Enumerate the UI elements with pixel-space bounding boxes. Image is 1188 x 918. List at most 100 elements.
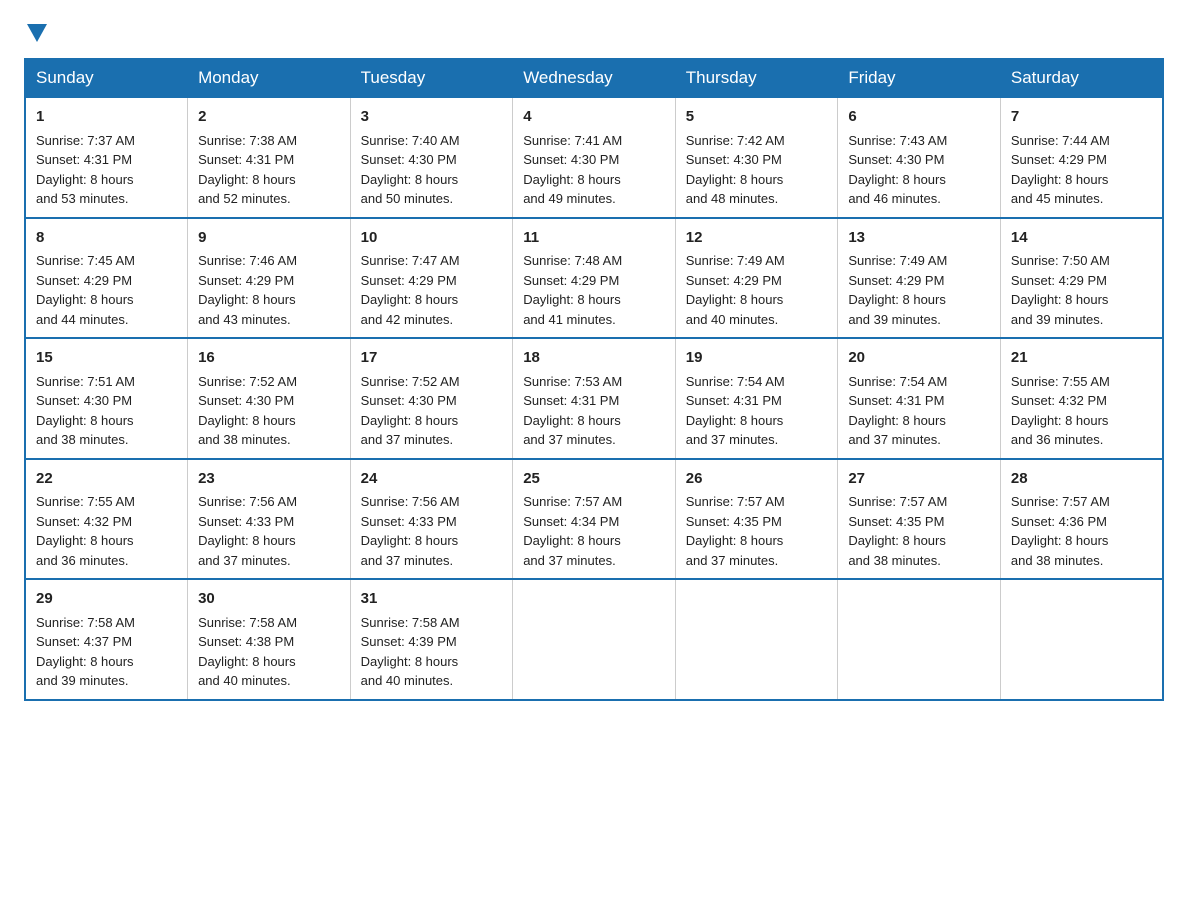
daylight-minutes: and 43 minutes. bbox=[198, 312, 291, 327]
sunrise-text: Sunrise: 7:42 AM bbox=[686, 133, 785, 148]
sunset-text: Sunset: 4:39 PM bbox=[361, 634, 457, 649]
calendar-cell: 20Sunrise: 7:54 AMSunset: 4:31 PMDayligh… bbox=[838, 338, 1001, 459]
sunrise-text: Sunrise: 7:57 AM bbox=[523, 494, 622, 509]
day-number: 2 bbox=[198, 106, 340, 129]
day-number: 23 bbox=[198, 468, 340, 491]
col-header-wednesday: Wednesday bbox=[513, 59, 676, 97]
sunrise-text: Sunrise: 7:58 AM bbox=[198, 615, 297, 630]
sunrise-text: Sunrise: 7:50 AM bbox=[1011, 253, 1110, 268]
daylight-minutes: and 44 minutes. bbox=[36, 312, 129, 327]
sunrise-text: Sunrise: 7:40 AM bbox=[361, 133, 460, 148]
day-number: 16 bbox=[198, 347, 340, 370]
sunrise-text: Sunrise: 7:49 AM bbox=[686, 253, 785, 268]
calendar-cell: 3Sunrise: 7:40 AMSunset: 4:30 PMDaylight… bbox=[350, 97, 513, 218]
sunset-text: Sunset: 4:30 PM bbox=[198, 393, 294, 408]
day-number: 4 bbox=[523, 106, 665, 129]
sunrise-text: Sunrise: 7:43 AM bbox=[848, 133, 947, 148]
daylight-minutes: and 38 minutes. bbox=[36, 432, 129, 447]
sunrise-text: Sunrise: 7:44 AM bbox=[1011, 133, 1110, 148]
col-header-sunday: Sunday bbox=[25, 59, 188, 97]
calendar-cell: 8Sunrise: 7:45 AMSunset: 4:29 PMDaylight… bbox=[25, 218, 188, 339]
daylight-text: Daylight: 8 hours bbox=[198, 533, 296, 548]
sunrise-text: Sunrise: 7:53 AM bbox=[523, 374, 622, 389]
calendar-week-row: 29Sunrise: 7:58 AMSunset: 4:37 PMDayligh… bbox=[25, 579, 1163, 700]
calendar-cell: 6Sunrise: 7:43 AMSunset: 4:30 PMDaylight… bbox=[838, 97, 1001, 218]
sunset-text: Sunset: 4:37 PM bbox=[36, 634, 132, 649]
daylight-minutes: and 39 minutes. bbox=[36, 673, 129, 688]
sunset-text: Sunset: 4:35 PM bbox=[848, 514, 944, 529]
daylight-text: Daylight: 8 hours bbox=[848, 292, 946, 307]
daylight-minutes: and 49 minutes. bbox=[523, 191, 616, 206]
daylight-text: Daylight: 8 hours bbox=[1011, 172, 1109, 187]
calendar-table: SundayMondayTuesdayWednesdayThursdayFrid… bbox=[24, 58, 1164, 701]
daylight-minutes: and 40 minutes. bbox=[361, 673, 454, 688]
day-number: 24 bbox=[361, 468, 503, 491]
daylight-minutes: and 50 minutes. bbox=[361, 191, 454, 206]
day-number: 30 bbox=[198, 588, 340, 611]
calendar-cell: 14Sunrise: 7:50 AMSunset: 4:29 PMDayligh… bbox=[1000, 218, 1163, 339]
daylight-text: Daylight: 8 hours bbox=[848, 172, 946, 187]
day-number: 22 bbox=[36, 468, 177, 491]
day-number: 9 bbox=[198, 227, 340, 250]
daylight-text: Daylight: 8 hours bbox=[1011, 533, 1109, 548]
daylight-text: Daylight: 8 hours bbox=[1011, 413, 1109, 428]
sunrise-text: Sunrise: 7:55 AM bbox=[36, 494, 135, 509]
calendar-week-row: 22 Sunrise: 7:55 AM Sunset: 4:32 PM Dayligh… bbox=[25, 459, 1163, 580]
col-header-thursday: Thursday bbox=[675, 59, 838, 97]
daylight-text: Daylight: 8 hours bbox=[36, 413, 134, 428]
daylight-text: Daylight: 8 hours bbox=[523, 292, 621, 307]
daylight-text: Daylight: 8 hours bbox=[361, 172, 459, 187]
day-number: 14 bbox=[1011, 227, 1152, 250]
sunset-text: Sunset: 4:29 PM bbox=[198, 273, 294, 288]
calendar-cell: 29Sunrise: 7:58 AMSunset: 4:37 PMDayligh… bbox=[25, 579, 188, 700]
daylight-text: Daylight: 8 hours bbox=[36, 172, 134, 187]
daylight-text: Daylight: 8 hours bbox=[523, 533, 621, 548]
daylight-text: Daylight: 8 hours bbox=[198, 413, 296, 428]
sunset-text: Sunset: 4:36 PM bbox=[1011, 514, 1107, 529]
sunset-text: Sunset: 4:31 PM bbox=[848, 393, 944, 408]
calendar-cell: 15Sunrise: 7:51 AMSunset: 4:30 PMDayligh… bbox=[25, 338, 188, 459]
daylight-text: Daylight: 8 hours bbox=[686, 172, 784, 187]
calendar-cell: 4Sunrise: 7:41 AMSunset: 4:30 PMDaylight… bbox=[513, 97, 676, 218]
sunset-text: Sunset: 4:30 PM bbox=[848, 152, 944, 167]
sunset-text: Sunset: 4:29 PM bbox=[1011, 273, 1107, 288]
calendar-week-row: 8Sunrise: 7:45 AMSunset: 4:29 PMDaylight… bbox=[25, 218, 1163, 339]
calendar-cell: 10Sunrise: 7:47 AMSunset: 4:29 PMDayligh… bbox=[350, 218, 513, 339]
sunrise-text: Sunrise: 7:58 AM bbox=[361, 615, 460, 630]
sunset-text: Sunset: 4:33 PM bbox=[361, 514, 457, 529]
day-number: 8 bbox=[36, 227, 177, 250]
daylight-minutes: and 37 minutes. bbox=[848, 432, 941, 447]
day-number: 29 bbox=[36, 588, 177, 611]
day-number: 17 bbox=[361, 347, 503, 370]
sunrise-text: Sunrise: 7:52 AM bbox=[361, 374, 460, 389]
daylight-minutes: and 40 minutes. bbox=[198, 673, 291, 688]
day-number: 28 bbox=[1011, 468, 1152, 491]
daylight-text: Daylight: 8 hours bbox=[848, 413, 946, 428]
calendar-cell: 26Sunrise: 7:57 AMSunset: 4:35 PMDayligh… bbox=[675, 459, 838, 580]
sunset-text: Sunset: 4:32 PM bbox=[36, 514, 132, 529]
daylight-minutes: and 39 minutes. bbox=[1011, 312, 1104, 327]
sunrise-text: Sunrise: 7:54 AM bbox=[686, 374, 785, 389]
daylight-text: Daylight: 8 hours bbox=[523, 413, 621, 428]
sunset-text: Sunset: 4:31 PM bbox=[686, 393, 782, 408]
sunset-text: Sunset: 4:30 PM bbox=[361, 393, 457, 408]
sunrise-text: Sunrise: 7:47 AM bbox=[361, 253, 460, 268]
sunset-text: Sunset: 4:34 PM bbox=[523, 514, 619, 529]
sunrise-text: Sunrise: 7:49 AM bbox=[848, 253, 947, 268]
daylight-text: Daylight: 8 hours bbox=[848, 533, 946, 548]
sunset-text: Sunset: 4:31 PM bbox=[198, 152, 294, 167]
day-number: 5 bbox=[686, 106, 828, 129]
day-number: 27 bbox=[848, 468, 990, 491]
calendar-cell: 21Sunrise: 7:55 AMSunset: 4:32 PMDayligh… bbox=[1000, 338, 1163, 459]
sunrise-text: Sunrise: 7:38 AM bbox=[198, 133, 297, 148]
col-header-saturday: Saturday bbox=[1000, 59, 1163, 97]
daylight-minutes: and 40 minutes. bbox=[686, 312, 779, 327]
calendar-week-row: 15Sunrise: 7:51 AMSunset: 4:30 PMDayligh… bbox=[25, 338, 1163, 459]
sunrise-text: Sunrise: 7:37 AM bbox=[36, 133, 135, 148]
calendar-cell bbox=[1000, 579, 1163, 700]
sunset-text: Sunset: 4:32 PM bbox=[1011, 393, 1107, 408]
daylight-minutes: and 48 minutes. bbox=[686, 191, 779, 206]
logo-triangle-icon bbox=[27, 24, 47, 42]
day-number: 18 bbox=[523, 347, 665, 370]
calendar-cell: 28Sunrise: 7:57 AMSunset: 4:36 PMDayligh… bbox=[1000, 459, 1163, 580]
